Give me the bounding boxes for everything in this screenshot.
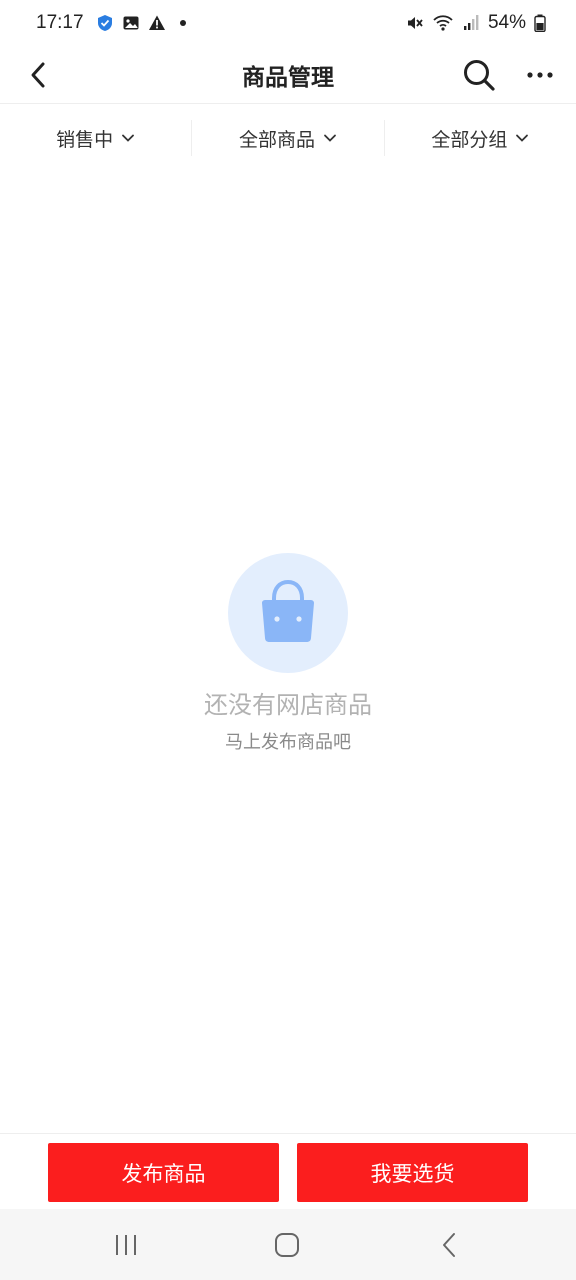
empty-subtitle: 马上发布商品吧 [225, 732, 351, 753]
more-button[interactable] [522, 58, 558, 92]
filter-sale-status[interactable]: 销售中 [0, 120, 191, 156]
status-right-icons: 54% [406, 12, 546, 34]
filter-label: 销售中 [56, 128, 114, 151]
wifi-icon [433, 15, 453, 31]
dot-icon [179, 20, 186, 26]
status-bar: 17:17 54% [0, 0, 576, 46]
empty-title: 还没有网店商品 [204, 691, 372, 719]
empty-illustration [228, 553, 348, 673]
system-back-button[interactable] [431, 1227, 467, 1263]
shield-check-icon [97, 15, 112, 31]
filter-group[interactable]: 全部分组 [385, 120, 576, 156]
filter-label: 全部商品 [238, 128, 315, 151]
shopping-bag-icon [262, 579, 314, 642]
home-icon [275, 1233, 299, 1257]
filter-label: 全部分组 [431, 128, 508, 151]
recent-apps-icon [116, 1235, 136, 1255]
image-icon [123, 16, 139, 30]
battery-percent: 54% [487, 12, 526, 33]
mute-icon [407, 17, 423, 29]
warning-icon [148, 15, 165, 30]
more-icon [527, 72, 553, 78]
chevron-down-icon [122, 134, 135, 142]
signal-icon [463, 15, 479, 30]
search-button[interactable] [460, 56, 498, 94]
select-goods-button[interactable]: 我要选货 [297, 1143, 528, 1202]
search-icon [464, 60, 495, 91]
home-button[interactable] [269, 1227, 305, 1263]
filter-product-type[interactable]: 全部商品 [192, 120, 383, 156]
publish-product-button[interactable]: 发布商品 [48, 1143, 279, 1202]
chevron-down-icon [516, 134, 529, 142]
recent-apps-button[interactable] [108, 1227, 144, 1263]
filter-bar: 销售中 全部商品 全部分组 [0, 105, 576, 171]
top-nav-bar: 商品管理 [0, 46, 576, 104]
empty-state: 还没有网店商品 马上发布商品吧 [0, 553, 576, 754]
battery-icon [534, 14, 546, 32]
system-nav-bar [0, 1209, 576, 1280]
status-time: 17:17 [36, 12, 84, 33]
bottom-action-bar: 发布商品 我要选货 [0, 1133, 576, 1209]
back-arrow-icon [443, 1233, 455, 1257]
chevron-down-icon [324, 134, 336, 142]
status-left-icons [96, 14, 192, 32]
